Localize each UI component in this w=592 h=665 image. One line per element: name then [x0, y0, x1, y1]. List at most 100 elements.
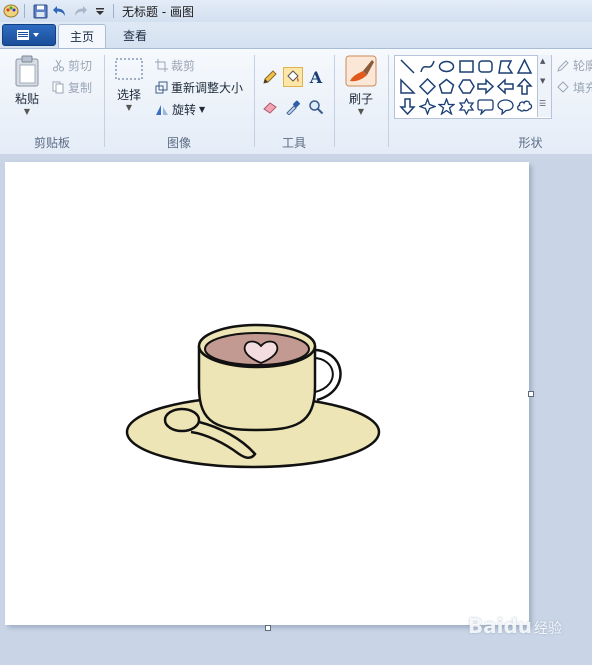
brushes-label: 刷子 — [348, 92, 373, 106]
tab-home[interactable]: 主页 — [58, 24, 106, 48]
separator — [24, 4, 25, 18]
paint-menu-button[interactable] — [2, 24, 56, 46]
window-title: 无标题 - 画图 — [122, 4, 194, 19]
scroll-up-icon[interactable]: ▲ — [540, 57, 545, 65]
baidu-watermark-logo: Baidu 经验 — [468, 614, 562, 638]
select-dropdown-arrow[interactable]: ▼ — [111, 103, 147, 112]
outline-pencil-icon — [557, 59, 569, 72]
triangle-icon[interactable] — [515, 57, 534, 76]
clipboard-group: 粘贴 ▼ 剪切 复制 剪贴板 — [0, 49, 104, 154]
spoon-bowl-shape — [163, 407, 201, 433]
shapes-gallery — [394, 55, 552, 119]
text-tool[interactable]: A — [306, 67, 326, 87]
right-arrow-icon[interactable] — [476, 77, 495, 96]
eraser-tool[interactable] — [260, 97, 280, 117]
brushes-group: 刷子 ▼ — [335, 49, 387, 154]
oval-callout-icon[interactable] — [496, 97, 515, 116]
shapes-group-label: 形状 — [518, 136, 543, 150]
clipboard-group-label: 剪贴板 — [33, 136, 70, 150]
select-marquee-icon — [115, 58, 143, 80]
five-point-star-icon[interactable] — [437, 97, 456, 116]
paint-app-icon[interactable] — [2, 2, 20, 20]
rotate-icon — [156, 105, 168, 115]
ribbon: 粘贴 ▼ 剪切 复制 剪贴板 选择 ▼ 裁剪 重新调整大小 旋转 ▼ 图像 A … — [0, 48, 592, 155]
magnifier-tool[interactable] — [306, 97, 326, 117]
four-point-star-icon[interactable] — [418, 97, 437, 116]
rotate-label: 旋转 — [172, 103, 197, 117]
brushes-dropdown-arrow[interactable]: ▼ — [343, 107, 379, 116]
down-arrow-icon[interactable] — [398, 97, 417, 116]
resize-label: 重新调整大小 — [171, 81, 244, 95]
copy-button[interactable]: 复制 — [52, 79, 92, 96]
canvas-resize-handle-right[interactable] — [528, 391, 534, 397]
rotate-dropdown-arrow[interactable]: ▼ — [199, 105, 205, 114]
select-label: 选择 — [116, 88, 141, 102]
tools-group-label: 工具 — [281, 136, 306, 150]
crop-label: 裁剪 — [171, 59, 196, 73]
rectangle-icon[interactable] — [457, 57, 476, 76]
drawing-canvas[interactable] — [5, 162, 529, 625]
fill-tool[interactable] — [283, 67, 303, 87]
fill-bucket-icon — [557, 80, 569, 93]
menu-icon — [17, 30, 39, 40]
undo-icon[interactable] — [51, 2, 69, 20]
crop-button[interactable]: 裁剪 — [155, 57, 195, 74]
title-bar: 无标题 - 画图 — [0, 0, 592, 22]
curve-icon[interactable] — [418, 57, 437, 76]
rotate-button[interactable]: 旋转 ▼ — [155, 101, 205, 118]
canvas-resize-handle-bottom[interactable] — [265, 625, 271, 631]
canvas-workspace: Baidu 经验 — [0, 154, 592, 665]
text-tool-glyph: A — [309, 67, 323, 87]
line-icon[interactable] — [398, 57, 417, 76]
resize-icon — [155, 81, 168, 94]
rounded-callout-icon[interactable] — [476, 97, 495, 116]
pencil-icon — [263, 70, 277, 84]
paste-button[interactable]: 粘贴 ▼ — [8, 55, 46, 116]
pencil-tool[interactable] — [260, 67, 280, 87]
diamond-icon[interactable] — [418, 77, 437, 96]
brush-icon — [345, 55, 377, 87]
shape-outline-label: 轮廓 — [573, 59, 592, 73]
ribbon-tab-bar: 主页 查看 — [0, 22, 592, 48]
right-triangle-icon[interactable] — [398, 77, 417, 96]
save-icon[interactable] — [31, 2, 49, 20]
eyedropper-icon — [286, 100, 300, 115]
pentagon-icon[interactable] — [437, 77, 456, 96]
expand-gallery-icon[interactable]: ☰ — [539, 99, 546, 108]
shape-fill-button[interactable]: 填充 — [556, 79, 592, 96]
cut-button[interactable]: 剪切 — [52, 57, 92, 74]
shape-outline-button[interactable]: 轮廓 — [556, 57, 592, 74]
rounded-rectangle-icon[interactable] — [476, 57, 495, 76]
paste-icon — [15, 55, 39, 87]
redo-icon[interactable] — [71, 2, 89, 20]
paste-label: 粘贴 — [14, 92, 39, 106]
resize-button[interactable]: 重新调整大小 — [155, 79, 243, 96]
cloud-callout-icon[interactable] — [515, 97, 534, 116]
watermark-brand: Baidu — [467, 614, 532, 638]
image-group: 选择 ▼ 裁剪 重新调整大小 旋转 ▼ 图像 — [105, 49, 253, 154]
select-button[interactable]: 选择 ▼ — [111, 57, 147, 112]
shape-fill-label: 填充 — [573, 81, 592, 95]
color-picker-tool[interactable] — [283, 97, 303, 117]
tab-view[interactable]: 查看 — [112, 24, 158, 47]
watermark-suffix: 经验 — [534, 621, 562, 637]
eraser-icon — [263, 102, 277, 114]
scissors-icon — [53, 59, 64, 72]
brushes-button[interactable]: 刷子 ▼ — [343, 55, 379, 116]
left-arrow-icon[interactable] — [496, 77, 515, 96]
scroll-down-icon[interactable]: ▼ — [540, 77, 545, 85]
oval-icon[interactable] — [437, 57, 456, 76]
cut-label: 剪切 — [68, 59, 93, 73]
up-arrow-icon[interactable] — [515, 77, 534, 96]
paint-bucket-icon — [287, 70, 299, 82]
paste-dropdown-arrow[interactable]: ▼ — [8, 107, 46, 116]
copy-label: 复制 — [68, 81, 93, 95]
copy-icon — [52, 81, 64, 94]
customize-toolbar-icon[interactable] — [91, 2, 109, 20]
six-point-star-icon[interactable] — [457, 97, 476, 116]
polygon-icon[interactable] — [496, 57, 515, 76]
shapes-gallery-scroll[interactable]: ▲ ▼ ☰ — [537, 55, 551, 117]
hexagon-icon[interactable] — [457, 77, 476, 96]
separator — [113, 4, 114, 18]
image-group-label: 图像 — [166, 136, 191, 150]
